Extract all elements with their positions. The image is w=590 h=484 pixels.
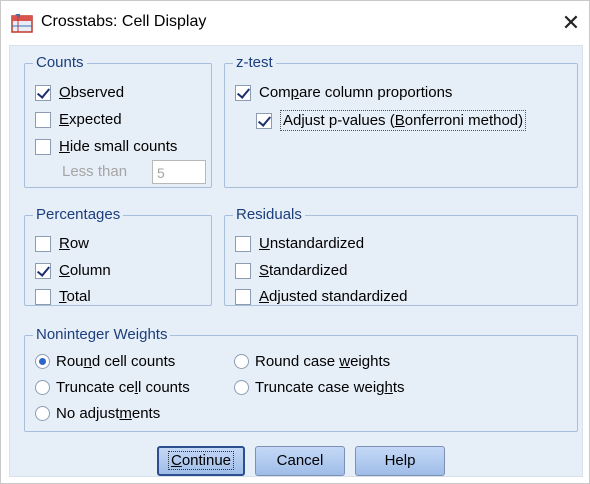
observed-checkbox[interactable] [35, 84, 51, 101]
hide-small-counts-checkbox[interactable] [35, 138, 51, 155]
hide-small-counts-row[interactable]: Hide small counts [35, 138, 177, 155]
crosstabs-cell-display-dialog: Crosstabs: Cell Display ✕ Counts Observe… [0, 0, 590, 484]
close-button[interactable]: ✕ [557, 9, 585, 37]
round-case-weights-label: Round case weights [255, 353, 391, 370]
expected-checkbox[interactable] [35, 111, 51, 128]
standardized-checkbox[interactable] [235, 262, 251, 279]
column-percent-label: Column [59, 262, 111, 279]
truncate-case-weights-label: Truncate case weights [255, 379, 405, 396]
truncate-cell-counts-label: Truncate cell counts [56, 379, 190, 396]
cancel-button[interactable]: Cancel [255, 446, 345, 476]
crosstabs-table-icon [11, 14, 33, 33]
less-than-input[interactable]: 5 [152, 160, 206, 184]
round-case-weights-radio[interactable] [234, 354, 249, 369]
standardized-row[interactable]: Standardized [235, 262, 347, 279]
adjust-p-values-checkbox[interactable] [256, 112, 272, 129]
row-percent-label: Row [59, 235, 90, 252]
total-percent-label: Total [59, 288, 91, 305]
adjusted-standardized-checkbox[interactable] [235, 288, 251, 305]
adjust-p-values-row[interactable]: Adjust p-values (Bonferroni method) [256, 110, 527, 131]
compare-column-proportions-checkbox[interactable] [235, 84, 251, 101]
residuals-legend: Residuals [236, 206, 302, 223]
continue-button[interactable]: Continue [157, 446, 245, 476]
column-percent-row[interactable]: Column [35, 262, 111, 279]
expected-label: Expected [59, 111, 122, 128]
no-adjustments-label: No adjustments [56, 405, 161, 422]
truncate-cell-counts-row[interactable]: Truncate cell counts [35, 379, 190, 396]
observed-label: Observed [59, 84, 125, 101]
window-title: Crosstabs: Cell Display [41, 13, 207, 30]
round-cell-counts-label: Round cell counts [56, 353, 176, 370]
title-bar: Crosstabs: Cell Display ✕ [1, 1, 589, 45]
compare-column-proportions-row[interactable]: Compare column proportions [235, 84, 452, 101]
round-cell-counts-radio[interactable] [35, 354, 50, 369]
continue-button-label: Continue [167, 451, 235, 470]
unstandardized-label: Unstandardized [259, 235, 365, 252]
no-adjustments-row[interactable]: No adjustments [35, 405, 160, 422]
adjust-p-values-label: Adjust p-values (Bonferroni method) [280, 110, 527, 131]
no-adjustments-radio[interactable] [35, 406, 50, 421]
counts-legend: Counts [36, 54, 84, 71]
close-icon: ✕ [561, 10, 581, 35]
dialog-body: Counts Observed Expected Hide small coun… [9, 45, 583, 477]
observed-checkbox-row[interactable]: Observed [35, 84, 124, 101]
row-percent-row[interactable]: Row [35, 235, 89, 252]
adjusted-standardized-label: Adjusted standardized [259, 288, 408, 305]
adjusted-standardized-row[interactable]: Adjusted standardized [235, 288, 407, 305]
unstandardized-row[interactable]: Unstandardized [235, 235, 364, 252]
truncate-case-weights-radio[interactable] [234, 380, 249, 395]
total-percent-row[interactable]: Total [35, 288, 91, 305]
row-percent-checkbox[interactable] [35, 235, 51, 252]
column-percent-checkbox[interactable] [35, 262, 51, 279]
total-percent-checkbox[interactable] [35, 288, 51, 305]
less-than-label: Less than [62, 163, 128, 180]
z-test-legend: z-test [236, 54, 273, 71]
truncate-cell-counts-radio[interactable] [35, 380, 50, 395]
standardized-label: Standardized [259, 262, 348, 279]
hide-small-counts-label: Hide small counts [59, 138, 178, 155]
percentages-legend: Percentages [36, 206, 121, 223]
truncate-case-weights-row[interactable]: Truncate case weights [234, 379, 405, 396]
help-button[interactable]: Help [355, 446, 445, 476]
round-case-weights-row[interactable]: Round case weights [234, 353, 390, 370]
expected-checkbox-row[interactable]: Expected [35, 111, 122, 128]
noninteger-weights-legend: Noninteger Weights [36, 326, 168, 343]
compare-column-proportions-label: Compare column proportions [259, 84, 453, 101]
unstandardized-checkbox[interactable] [235, 235, 251, 252]
round-cell-counts-row[interactable]: Round cell counts [35, 353, 175, 370]
